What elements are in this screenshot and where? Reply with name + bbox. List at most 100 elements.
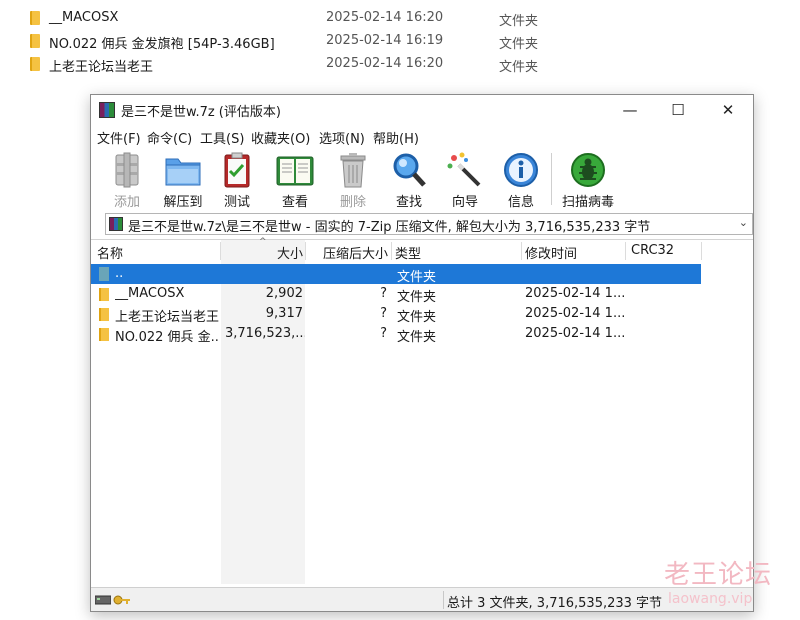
explorer-row[interactable]: __MACOSX 2025-02-14 16:20 文件夹 [0,8,800,30]
row-type: 文件夹 [397,270,437,285]
add-icon [107,151,147,189]
table-row[interactable]: NO.022 佣兵 金... 3,716,523,... ? 文件夹 2025-… [91,324,701,345]
winrar-window: 是三不是世w.7z (评估版本) — ☐ ✕ 文件(F) 命令(C) 工具(S)… [90,94,754,612]
chevron-down-icon[interactable]: ⌄ [739,216,748,229]
row-type: 文件夹 [397,290,437,305]
toolbar-separator [551,153,552,205]
row-name: __MACOSX [115,286,185,301]
table-row[interactable]: 上老王论坛当老王 9,317 ? 文件夹 2025-02-14 1... [91,304,701,325]
file-list: 名称 ^ 大小 压缩后大小 类型 修改时间 CRC32 .. 文件夹 __MAC… [91,237,753,584]
extract-to-label: 解压到 [163,195,203,210]
extract-folder-icon [163,151,203,189]
address-bar[interactable]: 是三不是世w.7z\是三不是世w - 固实的 7-Zip 压缩文件, 解包大小为… [105,213,753,235]
row-name: NO.022 佣兵 金... [115,330,219,345]
explorer-file-list: __MACOSX 2025-02-14 16:20 文件夹 NO.022 佣兵 … [0,0,800,90]
delete-button[interactable]: 删除 [325,151,381,210]
column-divider [305,242,306,260]
add-button[interactable]: 添加 [99,151,155,210]
menu-favorites[interactable]: 收藏夹(O) [251,128,310,147]
column-header-size[interactable]: 大小 [277,243,303,265]
find-label: 查找 [395,195,422,210]
column-header-packed-size[interactable]: 压缩后大小 [323,243,388,265]
extract-to-button[interactable]: 解压到 [155,151,211,210]
menu-options[interactable]: 选项(N) [319,128,365,147]
column-header-type[interactable]: 类型 [395,243,421,265]
view-button[interactable]: 查看 [267,151,323,210]
wizard-wand-icon [445,151,485,189]
minimize-button[interactable]: — [607,95,653,125]
explorer-row-date: 2025-02-14 16:19 [326,33,444,48]
row-name: 上老王论坛当老王 [115,310,219,325]
winrar-app-icon [99,102,115,118]
info-icon [501,151,541,189]
explorer-row[interactable]: 上老王论坛当老王 2025-02-14 16:20 文件夹 [0,54,800,76]
column-divider [220,242,221,260]
menu-tools[interactable]: 工具(S) [200,128,244,147]
row-modified: 2025-02-14 1... [525,326,626,341]
row-packed-size: ? [380,326,387,341]
folder-icon [99,308,109,321]
maximize-button[interactable]: ☐ [655,95,701,125]
table-row-parent[interactable]: .. 文件夹 [91,264,701,285]
find-magnifier-icon [389,151,429,189]
explorer-row-name: __MACOSX [49,10,119,25]
view-label: 查看 [281,195,308,210]
explorer-row-date: 2025-02-14 16:20 [326,10,444,25]
explorer-row[interactable]: NO.022 佣兵 金发旗袍 [54P-3.46GB] 2025-02-14 1… [0,31,800,53]
key-icon[interactable] [113,594,131,606]
column-divider [625,242,626,260]
archive-icon [109,217,123,231]
explorer-row-type: 文件夹 [499,14,539,29]
status-divider [443,591,444,609]
row-modified: 2025-02-14 1... [525,286,626,301]
title-bar[interactable]: 是三不是世w.7z (评估版本) — ☐ ✕ [91,95,753,125]
column-header-name[interactable]: 名称 [97,243,123,265]
explorer-row-type: 文件夹 [499,60,539,75]
folder-icon [30,11,40,25]
wizard-button[interactable]: 向导 [437,151,493,210]
find-button[interactable]: 查找 [381,151,437,210]
drive-icon[interactable] [95,594,111,606]
window-title: 是三不是世w.7z (评估版本) [121,105,281,120]
view-book-icon [275,151,315,189]
watermark: 老王论坛 laowang.vip [664,554,794,607]
toolbar: 添加 解压到 测试 查看 删除 查找 向导 信息 扫描病毒 [91,147,753,211]
wizard-label: 向导 [451,195,478,210]
explorer-row-type: 文件夹 [499,37,539,52]
folder-icon [30,57,40,71]
test-clipboard-icon [217,151,257,189]
table-row[interactable]: __MACOSX 2,902 ? 文件夹 2025-02-14 1... [91,284,701,305]
column-divider [521,242,522,260]
status-summary: 总计 3 文件夹, 3,716,535,233 字节 [447,596,663,611]
row-type: 文件夹 [397,330,437,345]
explorer-row-date: 2025-02-14 16:20 [326,56,444,71]
close-button[interactable]: ✕ [705,95,751,125]
virus-scan-label: 扫描病毒 [561,195,614,210]
row-type: 文件夹 [397,310,437,325]
explorer-row-name: NO.022 佣兵 金发旗袍 [54P-3.46GB] [49,37,275,52]
menu-bar: 文件(F) 命令(C) 工具(S) 收藏夹(O) 选项(N) 帮助(H) [91,125,753,147]
row-packed-size: ? [380,306,387,321]
menu-help[interactable]: 帮助(H) [373,128,419,147]
virus-scan-button[interactable]: 扫描病毒 [557,151,619,210]
column-header-modified[interactable]: 修改时间 [525,243,577,265]
menu-file[interactable]: 文件(F) [97,128,141,147]
menu-commands[interactable]: 命令(C) [147,128,192,147]
explorer-row-name: 上老王论坛当老王 [49,60,154,75]
test-button[interactable]: 测试 [209,151,265,210]
row-modified: 2025-02-14 1... [525,306,626,321]
test-label: 测试 [223,195,250,210]
delete-label: 删除 [339,195,366,210]
info-label: 信息 [507,195,534,210]
info-button[interactable]: 信息 [493,151,549,210]
row-size: 9,317 [265,306,303,321]
row-size: 3,716,523,... [225,326,305,341]
delete-trash-icon [333,151,373,189]
sort-ascending-icon: ^ [259,237,267,247]
virus-scan-icon [568,151,608,189]
row-packed-size: ? [380,286,387,301]
column-header-crc32[interactable]: CRC32 [631,243,674,265]
parent-folder-icon [99,267,109,281]
column-divider [701,242,702,260]
folder-icon [99,328,109,341]
